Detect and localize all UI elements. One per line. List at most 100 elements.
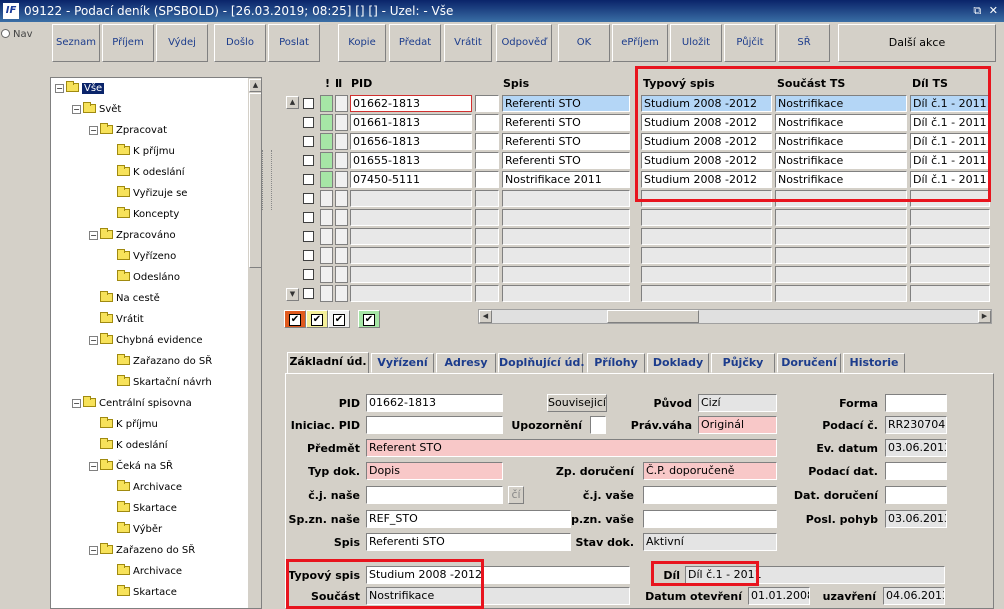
puvod-field[interactable]: Cizí bbox=[698, 394, 777, 412]
tree-scrollbar[interactable]: ▲ bbox=[247, 78, 261, 608]
collapse-icon[interactable]: − bbox=[72, 105, 81, 114]
tree-node[interactable]: Skartační návrh bbox=[106, 375, 212, 390]
tree-node[interactable]: Odesláno bbox=[106, 270, 180, 285]
cell-soucast[interactable] bbox=[775, 209, 907, 226]
window-controls[interactable]: ⧉ ✕ bbox=[973, 0, 1000, 22]
filter-white-button[interactable]: ✔ bbox=[328, 310, 350, 328]
collapse-icon[interactable]: − bbox=[72, 399, 81, 408]
cell-pid[interactable] bbox=[350, 228, 472, 245]
cell-dil[interactable] bbox=[910, 285, 990, 302]
row-checkbox[interactable] bbox=[303, 117, 314, 128]
tree-node[interactable]: − Centrální spisovna bbox=[72, 396, 192, 411]
header-spis[interactable]: Spis bbox=[503, 77, 529, 90]
hscroll-left-icon[interactable]: ◀ bbox=[479, 310, 492, 323]
cj-nase-field[interactable] bbox=[366, 486, 503, 504]
cj-button[interactable]: čí bbox=[508, 486, 524, 504]
cell-spis[interactable]: Referenti STO bbox=[502, 114, 630, 131]
toolbar-button-0[interactable]: Seznam bbox=[52, 24, 100, 62]
collapse-icon[interactable]: − bbox=[89, 546, 98, 555]
splitter-grip[interactable] bbox=[262, 150, 272, 210]
more-actions-button[interactable]: Další akce bbox=[838, 24, 996, 62]
grid-hscrollbar[interactable]: ◀ ▶ bbox=[478, 309, 992, 324]
podaci-dat-field[interactable] bbox=[885, 462, 947, 480]
cell-typovy[interactable] bbox=[641, 266, 772, 283]
toolbar-button-8[interactable]: Odpověď bbox=[496, 24, 552, 62]
cell-soucast[interactable] bbox=[775, 285, 907, 302]
tab-1[interactable]: Vyřízení bbox=[371, 353, 434, 373]
cell-soucast[interactable] bbox=[775, 266, 907, 283]
cell-dil[interactable] bbox=[910, 209, 990, 226]
tree-node[interactable]: − Zařazeno do SŘ bbox=[89, 543, 195, 558]
tree-node[interactable]: − Zpracovat bbox=[89, 123, 167, 138]
tree-node[interactable]: K příjmu bbox=[106, 144, 175, 159]
tree-node[interactable]: − Svět bbox=[72, 102, 121, 117]
cell-dil[interactable] bbox=[910, 228, 990, 245]
tree-node[interactable]: K příjmu bbox=[89, 417, 158, 432]
zp-doruceni-field[interactable]: Č.P. doporučeně bbox=[643, 462, 777, 480]
filter-green-button[interactable]: ✔ bbox=[358, 310, 380, 328]
tree-node[interactable]: − Čeká na SŘ bbox=[89, 459, 173, 474]
cell-spis[interactable] bbox=[502, 190, 630, 207]
cell-typovy[interactable] bbox=[641, 228, 772, 245]
prav-vaha-field[interactable]: Originál bbox=[698, 416, 777, 434]
row-checkbox[interactable] bbox=[303, 231, 314, 242]
forma-field[interactable] bbox=[885, 394, 947, 412]
toolbar-button-11[interactable]: Uložit bbox=[670, 24, 722, 62]
row-checkbox[interactable] bbox=[303, 155, 314, 166]
header-pid[interactable]: PID bbox=[351, 77, 372, 90]
tree-node[interactable]: Vrátit bbox=[89, 312, 144, 327]
spis-field[interactable]: Referenti STO bbox=[366, 533, 571, 551]
tree-node[interactable]: K odeslání bbox=[106, 165, 185, 180]
row-checkbox[interactable] bbox=[303, 269, 314, 280]
cell-dil[interactable] bbox=[910, 266, 990, 283]
tree-node[interactable]: Vyřízeno bbox=[106, 249, 176, 264]
cell-spis[interactable] bbox=[502, 266, 630, 283]
toolbar-button-13[interactable]: SŘ bbox=[778, 24, 830, 62]
tab-5[interactable]: Doklady bbox=[647, 353, 709, 373]
row-checkbox[interactable] bbox=[303, 136, 314, 147]
typ-dok-field[interactable]: Dopis bbox=[366, 462, 503, 480]
tree-node[interactable]: Archivace bbox=[106, 564, 182, 579]
cell-spis[interactable]: Referenti STO bbox=[502, 95, 630, 112]
tree-node[interactable]: − Vše bbox=[55, 81, 105, 96]
tab-6[interactable]: Půjčky bbox=[711, 353, 775, 373]
filter-yellow-button[interactable]: ✔ bbox=[306, 310, 328, 328]
cell-pid[interactable]: 07450-5111 bbox=[350, 171, 472, 188]
cell-typovy[interactable] bbox=[641, 247, 772, 264]
cell-spis[interactable] bbox=[502, 247, 630, 264]
pid-field[interactable]: 01662-1813 bbox=[366, 394, 503, 412]
hscroll-thumb[interactable] bbox=[607, 310, 699, 323]
scroll-up-icon[interactable]: ▲ bbox=[249, 79, 261, 92]
spzn-nase-field[interactable]: REF_STO bbox=[366, 510, 571, 528]
tab-4[interactable]: Přílohy bbox=[587, 353, 645, 373]
tab-2[interactable]: Adresy bbox=[436, 353, 496, 373]
nav-radio[interactable]: Nav bbox=[1, 29, 33, 40]
cell-pid[interactable] bbox=[350, 190, 472, 207]
collapse-icon[interactable]: − bbox=[89, 462, 98, 471]
tree-scroll-thumb[interactable] bbox=[249, 93, 261, 268]
collapse-icon[interactable]: − bbox=[55, 84, 64, 93]
row-checkbox[interactable] bbox=[303, 250, 314, 261]
cell-pid[interactable] bbox=[350, 285, 472, 302]
cell-soucast[interactable] bbox=[775, 228, 907, 245]
toolbar-button-5[interactable]: Kopie bbox=[338, 24, 386, 62]
row-checkbox[interactable] bbox=[303, 98, 314, 109]
tree-node[interactable]: Skartace bbox=[106, 585, 177, 600]
cell-spis[interactable] bbox=[502, 285, 630, 302]
cell-pid[interactable] bbox=[350, 209, 472, 226]
cell-spis[interactable]: Nostrifikace 2011 bbox=[502, 171, 630, 188]
collapse-icon[interactable]: − bbox=[89, 231, 98, 240]
grid-scroll-up-icon[interactable]: ▲ bbox=[286, 96, 299, 109]
tree-node[interactable]: − Zpracováno bbox=[89, 228, 176, 243]
grid-scroll-down-icon[interactable]: ▼ bbox=[286, 288, 299, 301]
collapse-icon[interactable]: − bbox=[89, 126, 98, 135]
tree-node[interactable]: Na cestě bbox=[89, 291, 160, 306]
tab-3[interactable]: Doplňující úd. bbox=[498, 353, 585, 373]
toolbar-button-3[interactable]: Došlo bbox=[214, 24, 266, 62]
row-checkbox[interactable] bbox=[303, 288, 314, 299]
cell-pid[interactable]: 01656-1813 bbox=[350, 133, 472, 150]
toolbar-button-1[interactable]: Příjem bbox=[102, 24, 154, 62]
tree-node[interactable]: Zařazano do SŘ bbox=[106, 354, 212, 369]
tab-8[interactable]: Historie bbox=[843, 353, 905, 373]
cell-dil[interactable] bbox=[910, 247, 990, 264]
